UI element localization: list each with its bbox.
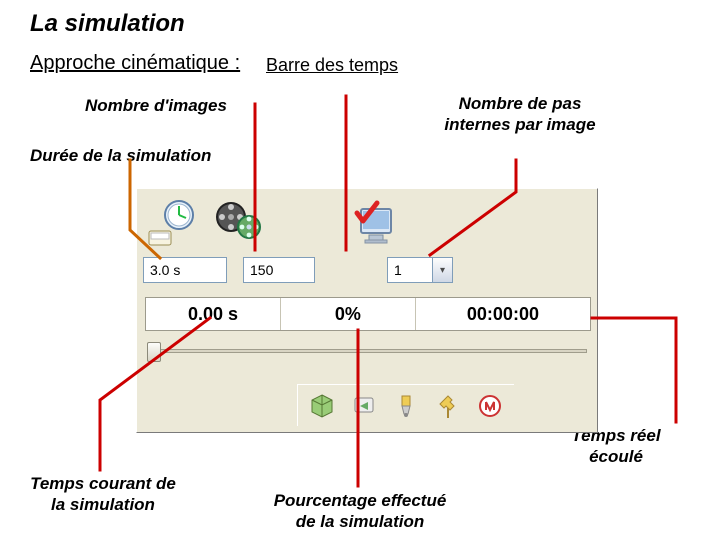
- tool-icon[interactable]: [386, 387, 426, 425]
- page-subtitle-a: Approche cinématique :: [30, 52, 240, 75]
- label-pourcentage: Pourcentage effectué de la simulation: [270, 490, 450, 533]
- icon-row: [143, 195, 401, 249]
- slider-groove: [149, 349, 587, 353]
- logo-icon[interactable]: [470, 387, 510, 425]
- steps-combo[interactable]: ▾: [387, 257, 453, 283]
- inputs-row: ▾: [143, 257, 453, 283]
- chevron-down-icon[interactable]: ▾: [433, 257, 453, 283]
- monitor-check-icon: [347, 195, 401, 249]
- pin-icon[interactable]: [428, 387, 468, 425]
- clock-icon: [143, 195, 197, 249]
- status-elapsed: 00:00:00: [416, 298, 590, 330]
- page-title: La simulation: [30, 10, 185, 38]
- time-toolbar-panel: ▾ 0.00 s 0% 00:00:00: [136, 188, 598, 433]
- bottom-toolbar: [297, 384, 514, 426]
- cube-icon[interactable]: [302, 387, 342, 425]
- status-percent: 0%: [281, 298, 416, 330]
- status-current-time: 0.00 s: [146, 298, 281, 330]
- label-nb-images: Nombre d'images: [85, 95, 227, 116]
- slider-thumb[interactable]: [147, 342, 161, 362]
- label-nb-pas: Nombre de pas internes par image: [440, 93, 600, 136]
- time-slider[interactable]: [147, 339, 589, 363]
- label-temps-courant: Temps courant de la simulation: [27, 473, 179, 516]
- status-row: 0.00 s 0% 00:00:00: [145, 297, 591, 331]
- rewind-icon[interactable]: [344, 387, 384, 425]
- film-reel-icon: [211, 195, 265, 249]
- page-subtitle-b: Barre des temps: [266, 55, 398, 76]
- steps-input[interactable]: [387, 257, 433, 283]
- label-duree: Durée de la simulation: [30, 145, 211, 166]
- frames-input[interactable]: [243, 257, 315, 283]
- duration-input[interactable]: [143, 257, 227, 283]
